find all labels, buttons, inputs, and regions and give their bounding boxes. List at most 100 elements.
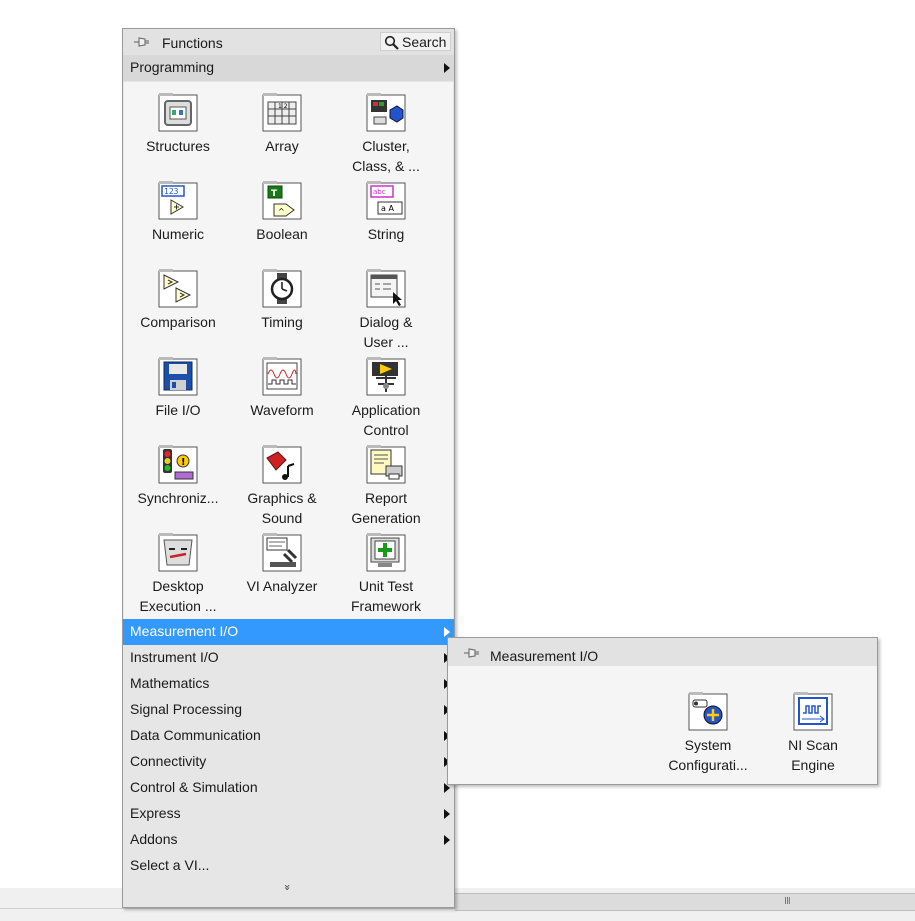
tile-label: Synchroniz... — [137, 490, 219, 506]
category-data-communication[interactable]: Data Communication — [123, 723, 454, 749]
category-express[interactable]: Express — [123, 801, 454, 827]
category-label: Signal Processing — [130, 701, 243, 717]
floppy-disk-icon — [158, 356, 198, 396]
tile-label: Desktop Execution ... — [139, 578, 217, 614]
palette-item-waveform[interactable]: Waveform — [230, 346, 334, 434]
category-label: Select a VI... — [130, 857, 210, 873]
palette-item-desktop-execution[interactable]: Desktop Execution ... — [126, 522, 230, 614]
category-mathematics[interactable]: Mathematics — [123, 671, 454, 697]
tile-label: Unit Test Framework — [350, 578, 421, 614]
dialog-icon — [366, 268, 406, 308]
submenu-title: Measurement I/O — [490, 648, 599, 664]
palette-item-cluster[interactable]: Cluster, Class, & ... — [334, 82, 438, 174]
structures-icon — [158, 92, 198, 132]
ni-scan-engine-icon — [793, 691, 833, 731]
palette-item-numeric[interactable]: 123 Numeric — [126, 170, 230, 258]
category-label: Mathematics — [130, 675, 210, 691]
category-label: Express — [130, 805, 181, 821]
submenu-arrow-icon — [444, 63, 450, 73]
expand-more-icon[interactable]: » — [281, 884, 294, 891]
scrollbar-grip[interactable]: III — [784, 896, 791, 907]
category-addons[interactable]: Addons — [123, 827, 454, 853]
cluster-icon — [366, 92, 406, 132]
tile-label: VI Analyzer — [246, 578, 318, 594]
palette-item-array[interactable]: 1 2 Array — [230, 82, 334, 170]
svg-text:abc: abc — [373, 188, 386, 196]
category-label: Control & Simulation — [130, 779, 258, 795]
svg-text:123: 123 — [164, 187, 179, 196]
tile-label: Timing — [261, 314, 303, 330]
pin-icon[interactable] — [462, 645, 479, 661]
boolean-icon: T ^ — [262, 180, 302, 220]
tile-label: String — [367, 226, 405, 242]
category-label: Addons — [130, 831, 178, 847]
string-icon: abc a A — [366, 180, 406, 220]
category-programming[interactable]: Programming — [123, 55, 454, 81]
report-generation-icon — [366, 444, 406, 484]
tile-label: NI Scan Engine — [788, 737, 838, 773]
category-signal-processing[interactable]: Signal Processing — [123, 697, 454, 723]
search-label: Search — [402, 34, 447, 50]
submenu-arrow-icon — [444, 835, 450, 845]
palette-header: Functions Search — [123, 29, 454, 55]
svg-text:a A: a A — [381, 204, 394, 213]
palette-item-comparison[interactable]: Comparison — [126, 258, 230, 346]
palette-item-graphics-sound[interactable]: Graphics & Sound — [230, 434, 334, 526]
palette-item-file-io[interactable]: File I/O — [126, 346, 230, 434]
search-button[interactable]: Search — [380, 32, 451, 51]
svg-text:T: T — [271, 189, 278, 199]
timing-icon — [262, 268, 302, 308]
tile-label: Array — [265, 138, 299, 154]
synchronization-icon: ! — [158, 444, 198, 484]
category-label: Connectivity — [130, 753, 207, 769]
palette-item-unit-test-framework[interactable]: Unit Test Framework — [334, 522, 438, 614]
graphics-sound-icon — [262, 444, 302, 484]
category-label: Measurement I/O — [130, 623, 239, 639]
submenu-arrow-icon — [444, 809, 450, 819]
array-icon: 1 2 — [262, 92, 302, 132]
tile-label: Boolean — [256, 226, 308, 242]
palette-item-structures[interactable]: Structures — [126, 82, 230, 170]
tile-label: System Configurati... — [668, 737, 748, 773]
pin-icon[interactable] — [132, 34, 149, 50]
measurement-io-submenu: Measurement I/O System Configurati... NI … — [447, 637, 878, 785]
palette-item-application-control[interactable]: Application Control — [334, 346, 438, 438]
application-control-icon — [366, 356, 406, 396]
category-measurement-io[interactable]: Measurement I/O — [123, 619, 454, 645]
unit-test-framework-icon — [366, 532, 406, 572]
palette-item-boolean[interactable]: T ^ Boolean — [230, 170, 334, 258]
palette-item-dialog[interactable]: Dialog & User ... — [334, 258, 438, 350]
vi-analyzer-icon — [262, 532, 302, 572]
category-label: Data Communication — [130, 727, 261, 743]
functions-palette: Functions Search Programming Structures … — [122, 28, 455, 908]
palette-title: Functions — [162, 35, 223, 51]
numeric-icon: 123 — [158, 180, 198, 220]
svg-text:1 2: 1 2 — [278, 103, 288, 110]
svg-text:^: ^ — [278, 207, 285, 216]
palette-item-ni-scan-engine[interactable]: NI Scan Engine — [761, 681, 865, 773]
tile-label: File I/O — [155, 402, 201, 418]
system-configuration-icon — [688, 691, 728, 731]
comparison-icon — [158, 268, 198, 308]
palette-item-report-generation[interactable]: Report Generation — [334, 434, 438, 526]
select-a-vi[interactable]: Select a VI... — [123, 853, 454, 879]
tile-label: Numeric — [151, 226, 205, 242]
horizontal-scrollbar[interactable]: III — [455, 893, 915, 911]
category-label: Programming — [130, 59, 215, 75]
search-icon — [384, 35, 399, 50]
palette-item-synchronization[interactable]: ! Synchroniz... — [126, 434, 230, 522]
category-instrument-io[interactable]: Instrument I/O — [123, 645, 454, 671]
category-control-simulation[interactable]: Control & Simulation — [123, 775, 454, 801]
desktop-execution-icon — [158, 532, 198, 572]
tile-label: Structures — [146, 138, 210, 154]
palette-item-vi-analyzer[interactable]: VI Analyzer — [230, 522, 334, 610]
svg-text:!: ! — [181, 457, 186, 468]
palette-item-timing[interactable]: Timing — [230, 258, 334, 346]
category-connectivity[interactable]: Connectivity — [123, 749, 454, 775]
palette-grid: Structures 1 2 Array Cluster, Class, & ..… — [124, 82, 453, 619]
submenu-header: Measurement I/O — [448, 638, 877, 666]
palette-item-string[interactable]: abc a A String — [334, 170, 438, 258]
tile-label: Comparison — [140, 314, 216, 330]
palette-item-system-configuration[interactable]: System Configurati... — [656, 681, 760, 773]
tile-label: Waveform — [250, 402, 314, 418]
